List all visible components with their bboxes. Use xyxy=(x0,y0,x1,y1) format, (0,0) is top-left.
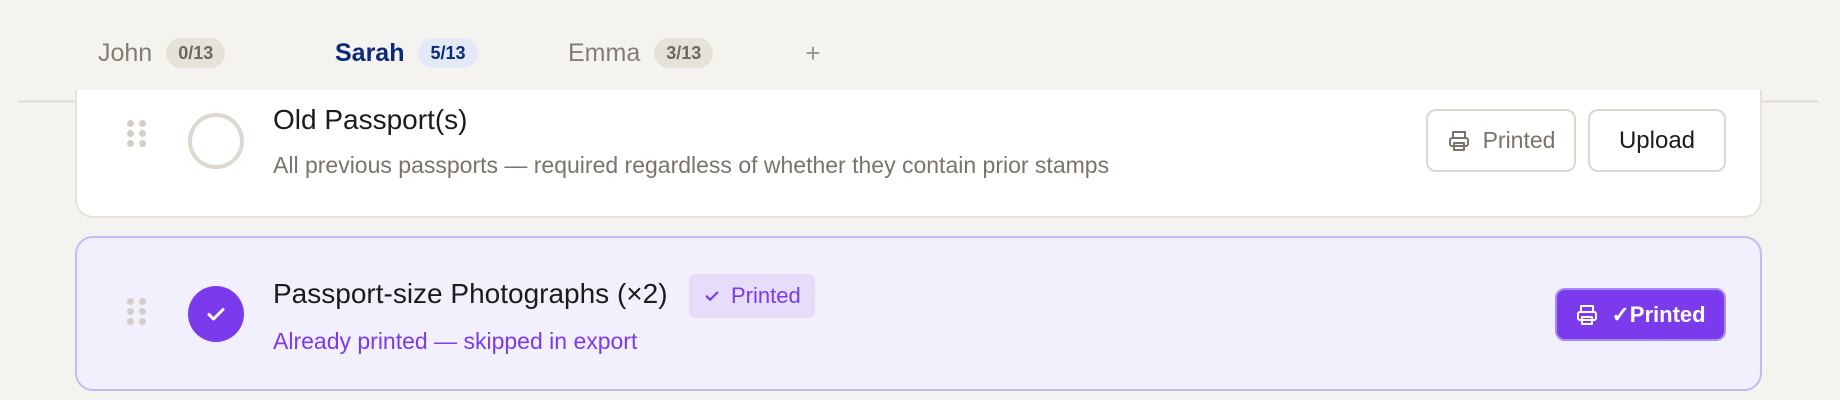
item-title: Passport-size Photographs (×2) xyxy=(273,278,668,309)
button-label: Printed xyxy=(1482,127,1556,153)
item-checkbox-checked[interactable] xyxy=(188,286,244,342)
tab-label: John xyxy=(98,38,153,67)
printer-icon xyxy=(1447,129,1471,153)
tab-john[interactable]: John 0/13 xyxy=(98,36,226,70)
tab-label: Emma xyxy=(568,38,641,67)
person-tab-bar: John 0/13 Sarah 5/13 Emma 3/13 + xyxy=(18,0,1818,103)
item-description: Already printed — skipped in export xyxy=(273,328,638,354)
progress-badge: 5/13 xyxy=(418,38,478,68)
check-icon xyxy=(703,287,721,305)
item-description: All previous passports — required regard… xyxy=(273,152,1110,178)
check-icon xyxy=(204,302,228,326)
drag-handle-icon[interactable] xyxy=(127,120,147,148)
item-checkbox[interactable] xyxy=(188,113,244,169)
tab-emma[interactable]: Emma 3/13 xyxy=(568,36,714,70)
drag-handle-icon[interactable] xyxy=(127,298,147,326)
printed-status-tag: Printed xyxy=(689,274,815,318)
button-label: ✓Printed xyxy=(1611,301,1706,327)
tab-sarah[interactable]: Sarah 5/13 xyxy=(335,36,478,70)
add-person-tab-button[interactable]: + xyxy=(798,36,828,70)
document-item-old-passports: Old Passport(s) All previous passports —… xyxy=(75,90,1762,218)
mark-printed-button[interactable]: Printed xyxy=(1426,109,1576,172)
tab-label: Sarah xyxy=(335,38,405,67)
item-title: Old Passport(s) xyxy=(273,104,468,135)
progress-badge: 3/13 xyxy=(654,38,714,68)
tag-label: Printed xyxy=(731,283,801,308)
progress-badge: 0/13 xyxy=(166,38,226,68)
printed-toggle-button[interactable]: ✓Printed xyxy=(1555,288,1726,341)
printer-icon xyxy=(1575,303,1599,327)
document-item-passport-photos: Passport-size Photographs (×2) Printed A… xyxy=(75,236,1762,391)
upload-button[interactable]: Upload xyxy=(1588,109,1726,172)
